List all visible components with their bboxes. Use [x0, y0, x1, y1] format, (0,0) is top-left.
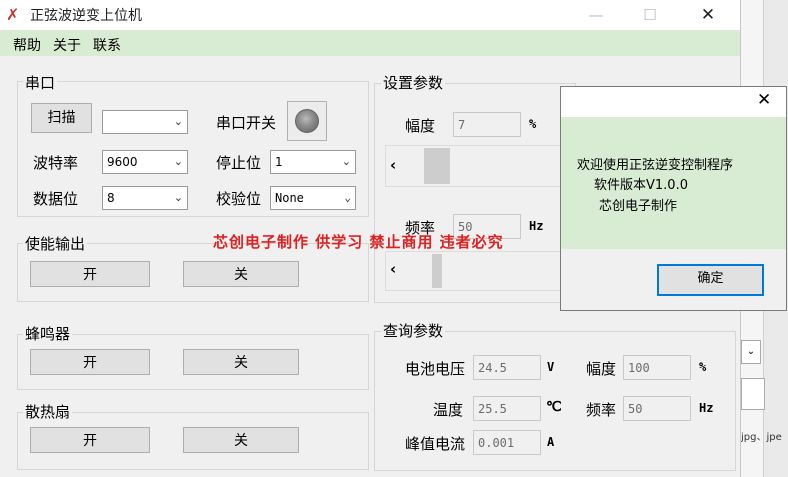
dialog-body: 欢迎使用正弦逆变控制程序 软件版本V1.0.0 芯创电子制作	[561, 117, 786, 249]
maximize-button[interactable]: ☐	[632, 3, 668, 27]
parity-select[interactable]: None ⌄	[270, 186, 356, 210]
dialog-version-text: 软件版本V1.0.0	[594, 178, 688, 193]
temperature-field: 25.5	[473, 396, 541, 421]
data-bits-select[interactable]: 8 ⌄	[102, 186, 188, 210]
query-amplitude-unit: %	[699, 360, 707, 374]
amplitude-slider[interactable]: ‹	[385, 145, 567, 187]
query-title: 查询参数	[381, 320, 446, 341]
data-bits-value: 8	[107, 191, 115, 205]
baud-value: 9600	[107, 155, 138, 169]
dialog-welcome-text: 欢迎使用正弦逆变控制程序	[577, 158, 734, 173]
parity-value: None	[275, 191, 304, 205]
dialog-title-bar: ✕	[561, 87, 786, 117]
close-button[interactable]: ✕	[690, 3, 726, 27]
frequency-slider-thumb[interactable]	[432, 254, 442, 288]
chevron-down-icon: ⌄	[173, 191, 183, 204]
menu-about[interactable]: 关于	[53, 35, 81, 55]
baud-select[interactable]: 9600 ⌄	[102, 150, 188, 174]
background-chevron-icon: ⌄	[741, 340, 761, 364]
chevron-down-icon: ⌄	[173, 155, 183, 168]
serial-switch-label: 串口开关	[216, 114, 277, 132]
peak-current-field: 0.001	[473, 430, 541, 455]
buzzer-off-button[interactable]: 关	[183, 349, 299, 375]
menu-help[interactable]: 帮助	[13, 35, 41, 55]
frequency-unit: Hz	[529, 219, 544, 233]
buzzer-on-button[interactable]: 开	[30, 349, 150, 375]
fan-off-button[interactable]: 关	[183, 427, 299, 453]
chevron-down-icon: ⌄	[173, 115, 183, 128]
dialog-author-text: 芯创电子制作	[599, 199, 678, 214]
title-bar: ✗ 正弦波逆变上位机 — ☐ ✕	[0, 0, 740, 30]
frequency-slider[interactable]: ‹	[385, 251, 567, 291]
stop-bits-value: 1	[275, 155, 283, 169]
amplitude-input[interactable]: 7	[453, 112, 521, 137]
amplitude-unit: %	[529, 117, 537, 131]
data-bits-label: 数据位	[33, 190, 79, 208]
minimize-button[interactable]: —	[578, 3, 614, 27]
menu-bar: 帮助 关于 联系	[0, 30, 740, 56]
stop-bits-select[interactable]: 1 ⌄	[270, 150, 356, 174]
scroll-left-icon[interactable]: ‹	[390, 156, 396, 174]
settings-title: 设置参数	[381, 72, 446, 93]
temperature-label: 温度	[433, 401, 464, 419]
ok-button[interactable]: 确定	[657, 264, 764, 296]
serial-group-title: 串口	[23, 72, 58, 93]
query-frequency-label: 频率	[586, 401, 617, 419]
output-on-button[interactable]: 开	[30, 261, 150, 287]
switch-indicator-icon	[295, 109, 319, 133]
app-icon: ✗	[6, 5, 20, 24]
temperature-unit: ℃	[546, 399, 562, 415]
scroll-left-icon[interactable]: ‹	[390, 260, 396, 278]
fan-title: 散热扇	[23, 401, 73, 422]
query-frequency-unit: Hz	[699, 401, 714, 415]
fan-on-button[interactable]: 开	[30, 427, 150, 453]
peak-current-label: 峰值电流	[405, 435, 466, 453]
buzzer-title: 蜂鸣器	[23, 323, 73, 344]
chevron-down-icon: ⌄	[341, 155, 351, 168]
chevron-down-icon: ⌄	[344, 191, 351, 204]
background-text: jpg、jpe	[741, 432, 782, 443]
message-dialog: ✕ 欢迎使用正弦逆变控制程序 软件版本V1.0.0 芯创电子制作 确定	[560, 86, 787, 311]
baud-label: 波特率	[33, 154, 79, 172]
peak-current-unit: A	[547, 435, 555, 449]
scan-button[interactable]: 扫描	[31, 103, 92, 133]
parity-label: 校验位	[216, 190, 262, 208]
amplitude-label: 幅度	[405, 117, 436, 135]
dialog-close-button[interactable]: ✕	[757, 90, 771, 110]
battery-voltage-unit: V	[547, 360, 555, 374]
menu-contact[interactable]: 联系	[93, 35, 121, 55]
battery-voltage-field: 24.5	[473, 355, 541, 380]
background-box	[741, 378, 765, 410]
query-amplitude-label: 幅度	[586, 360, 617, 378]
port-select[interactable]: ⌄	[102, 110, 188, 134]
enable-output-title: 使能输出	[23, 233, 88, 254]
window-title: 正弦波逆变上位机	[30, 8, 142, 24]
output-off-button[interactable]: 关	[183, 261, 299, 287]
battery-voltage-label: 电池电压	[405, 360, 466, 378]
query-amplitude-field: 100	[623, 355, 691, 380]
serial-switch-button[interactable]	[287, 101, 327, 141]
query-frequency-field: 50	[623, 396, 691, 421]
watermark-text: 芯创电子制作 供学习 禁止商用 违者必究	[213, 233, 504, 251]
amplitude-slider-thumb[interactable]	[424, 148, 450, 184]
stop-bits-label: 停止位	[216, 154, 262, 172]
